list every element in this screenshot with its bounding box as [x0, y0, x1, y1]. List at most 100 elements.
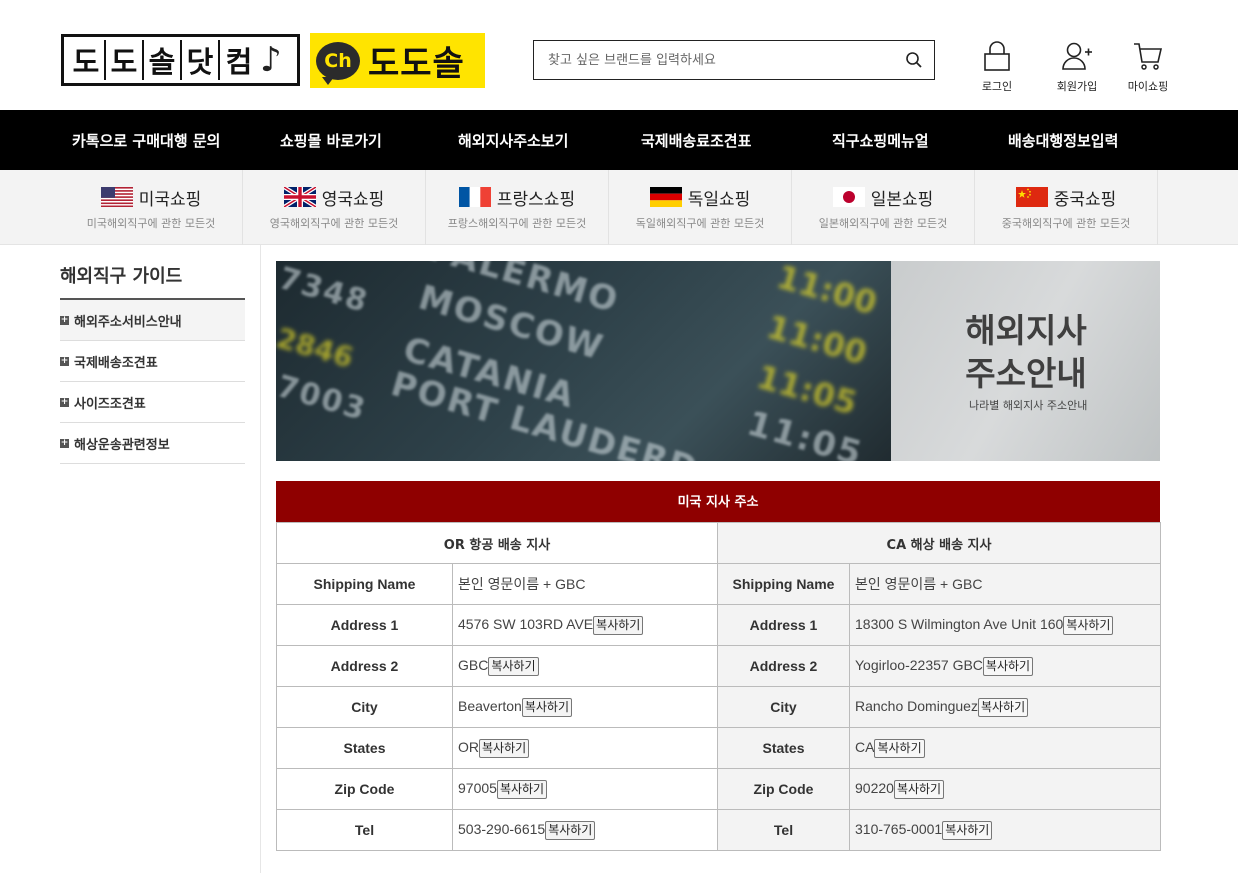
signup-link[interactable]: 회원가입 — [1038, 38, 1116, 94]
ca-field-value-cell: Yogirloo-22357 GBC 복사하기 — [848, 645, 1162, 687]
nav-shopping-manual[interactable]: 직구쇼핑메뉴얼 — [832, 130, 929, 151]
ca-field-value-cell: 본인 영문이름 + GBC — [848, 563, 1162, 605]
myshop-link[interactable]: 마이쇼핑 — [1118, 38, 1178, 94]
dodosol-logo[interactable]: 도 도 솔 닷 컴 ♪ — [61, 34, 300, 86]
country-name: 독일쇼핑 — [687, 189, 751, 210]
board-word: 2846 — [276, 320, 357, 375]
or-field-value-cell: 503-290-6615 복사하기 — [452, 809, 718, 851]
or-field-label-cell: Zip Code — [276, 768, 453, 810]
country-uk[interactable]: 영국쇼핑 영국해외직구에 관한 모든것 — [243, 170, 426, 245]
copy-button[interactable]: 복사하기 — [496, 779, 548, 799]
nav-kakao-inquiry[interactable]: 카톡으로 구매대행 문의 — [72, 130, 220, 151]
copy-button[interactable]: 복사하기 — [874, 738, 925, 758]
cn-flag-icon — [1015, 187, 1048, 207]
country-sub: 일본해외직구에 관한 모든것 — [818, 217, 948, 230]
country-fr[interactable]: 프랑스쇼핑 프랑스해외직구에 관한 모든것 — [426, 170, 609, 245]
kakao-channel-logo[interactable]: Ch 도도솔 — [310, 33, 485, 88]
or-field-label-cell: Tel — [276, 809, 453, 851]
login-label: 로그인 — [981, 80, 1013, 93]
field-label: City — [770, 699, 797, 715]
plus-icon: + — [60, 314, 69, 325]
uk-flag-icon — [283, 187, 316, 207]
country-sub: 프랑스해외직구에 관한 모든것 — [447, 217, 587, 230]
field-label: Tel — [354, 822, 375, 838]
copy-button[interactable]: 복사하기 — [893, 779, 945, 799]
ca-field-label-cell: City — [717, 686, 850, 728]
ca-field-value-cell: 310-765-0001 복사하기 — [848, 809, 1162, 851]
sidebar-item-label: 해상운송관련정보 — [74, 437, 170, 453]
field-value: Beaverton — [458, 697, 522, 714]
country-sub: 영국해외직구에 관한 모든것 — [269, 217, 399, 230]
country-name: 일본쇼핑 — [870, 189, 934, 210]
country-name: 프랑스쇼핑 — [496, 189, 576, 210]
or-field-value-cell: 4576 SW 103RD AVE 복사하기 — [452, 604, 718, 646]
copy-button[interactable]: 복사하기 — [521, 697, 572, 717]
search-input[interactable] — [534, 41, 894, 79]
or-field-value-cell: Beaverton 복사하기 — [452, 686, 718, 728]
ca-branch-header: CA 해상 배송 지사 — [716, 522, 1162, 564]
field-label: Address 1 — [330, 617, 399, 633]
field-label: Address 2 — [749, 658, 818, 674]
sidebar-item-sea-freight[interactable]: + 해상운송관련정보 — [60, 423, 245, 464]
or-field-label-cell: Shipping Name — [276, 563, 453, 605]
nav-shipping-rates[interactable]: 국제배송료조견표 — [641, 130, 751, 151]
logo-tile: 도 — [68, 40, 106, 80]
music-note-icon: ♪ — [260, 40, 282, 80]
country-name: 중국쇼핑 — [1053, 189, 1117, 210]
copy-button[interactable]: 복사하기 — [1063, 615, 1114, 635]
logo-tile: 닷 — [182, 40, 220, 80]
login-link[interactable]: 로그인 — [974, 38, 1020, 94]
copy-button[interactable]: 복사하기 — [977, 697, 1029, 717]
field-label: City — [351, 699, 378, 715]
ca-field-label-cell: Tel — [717, 809, 850, 851]
ca-field-label-cell: Zip Code — [717, 768, 850, 810]
field-label: Address 2 — [330, 658, 399, 674]
user-add-icon — [1061, 38, 1093, 72]
country-jp[interactable]: 일본쇼핑 일본해외직구에 관한 모든것 — [792, 170, 975, 245]
sidebar-item-shipping-rates[interactable]: + 국제배송조견표 — [60, 341, 245, 382]
ca-field-value-cell: 90220 복사하기 — [848, 768, 1162, 810]
plus-icon: + — [60, 396, 69, 407]
copy-button[interactable]: 복사하기 — [545, 820, 596, 840]
country-sub: 독일해외직구에 관한 모든것 — [635, 217, 765, 230]
nav-branch-address[interactable]: 해외지사주소보기 — [458, 130, 568, 151]
table-row: Zip Code 97005 복사하기 Zip Code 90220 복사하기 — [276, 768, 1162, 810]
de-flag-icon — [649, 187, 682, 207]
country-us[interactable]: 미국쇼핑 미국해외직구에 관한 모든것 — [60, 170, 243, 245]
channel-name: 도도솔 — [368, 44, 465, 84]
ca-field-label-cell: States — [717, 727, 850, 769]
nav-shipping-info[interactable]: 배송대행정보입력 — [1008, 130, 1118, 151]
sidebar-item-label: 해외주소서비스안내 — [74, 314, 182, 330]
plus-icon: + — [60, 355, 69, 366]
copy-button[interactable]: 복사하기 — [488, 656, 539, 676]
copy-button[interactable]: 복사하기 — [479, 738, 530, 758]
copy-button[interactable]: 복사하기 — [593, 615, 644, 635]
country-cn[interactable]: 중국쇼핑 중국해외직구에 관한 모든것 — [975, 170, 1158, 245]
fr-flag-icon — [458, 187, 491, 207]
or-field-value-cell: GBC 복사하기 — [452, 645, 718, 687]
nav-shopping-mall[interactable]: 쇼핑몰 바로가기 — [280, 130, 382, 151]
search-icon[interactable] — [894, 41, 934, 79]
country-sub: 중국해외직구에 관한 모든것 — [1001, 217, 1131, 230]
channel-badge: Ch — [316, 41, 360, 85]
country-de[interactable]: 독일쇼핑 독일해외직구에 관한 모든것 — [609, 170, 792, 245]
signup-label: 회원가입 — [1056, 80, 1098, 93]
departure-board-image: PALERMO MOSCOW CATANIA PORT LAUDERD 7348… — [276, 261, 891, 461]
ca-field-value-cell: 18300 S Wilmington Ave Unit 160 복사하기 — [848, 604, 1162, 646]
field-value: 90220 — [855, 779, 894, 796]
field-label: Zip Code — [753, 781, 814, 797]
field-value: 본인 영문이름 + GBC — [855, 576, 983, 592]
field-value: 97005 — [458, 779, 497, 796]
table-row: Tel 503-290-6615 복사하기 Tel 310-765-0001 복사하기 — [276, 809, 1162, 851]
main-nav: 카톡으로 구매대행 문의 쇼핑몰 바로가기 해외지사주소보기 국제배송료조견표 … — [0, 110, 1238, 170]
sidebar-item-address-service[interactable]: + 해외주소서비스안내 — [60, 300, 245, 341]
table-row: Address 2 GBC 복사하기 Address 2 Yogirloo-22357 … — [276, 645, 1162, 687]
copy-button[interactable]: 복사하기 — [982, 656, 1034, 676]
field-value: 18300 S Wilmington Ave Unit 160 — [855, 615, 1064, 632]
copy-button[interactable]: 복사하기 — [942, 820, 993, 840]
or-field-label-cell: Address 2 — [276, 645, 453, 687]
field-label: States — [762, 740, 805, 756]
or-field-label-cell: City — [276, 686, 453, 728]
logo-tile: 컴 — [225, 45, 253, 79]
sidebar-item-size-chart[interactable]: + 사이즈조견표 — [60, 382, 245, 423]
